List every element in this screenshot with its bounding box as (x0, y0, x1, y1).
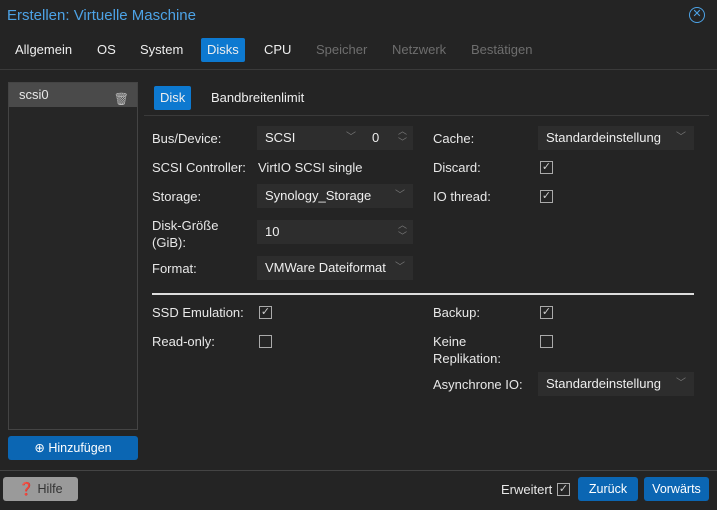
disk-list-item[interactable]: scsi0 🗑 (9, 83, 137, 107)
norepl-checkbox[interactable]: ✓ (540, 335, 553, 348)
tab-bestaetigen: Bestätigen (471, 42, 533, 57)
plus-circle-icon: ⊕ (34, 441, 45, 455)
controller-value: VirtIO SCSI single (258, 160, 363, 175)
back-button[interactable]: Zurück (578, 477, 638, 501)
device-value: 0 (372, 130, 380, 145)
help-button[interactable]: ❓ Hilfe (3, 477, 78, 501)
divider (0, 69, 717, 70)
tab-allgemein[interactable]: Allgemein (9, 38, 78, 62)
question-circle-icon: ❓ (18, 482, 35, 496)
subtab-disk[interactable]: Disk (154, 86, 192, 110)
advanced-label: Erweitert (501, 482, 553, 497)
size-label: Disk-Größe (152, 218, 219, 233)
format-select[interactable]: VMWare Dateiformat ﹀ (257, 256, 413, 280)
format-value: VMWare Dateiformat (265, 260, 386, 275)
subtab-bandbreitenlimit[interactable]: Bandbreitenlimit (205, 86, 310, 110)
help-label: Hilfe (37, 482, 63, 496)
footer-divider (0, 470, 717, 471)
readonly-checkbox[interactable]: ✓ (259, 335, 272, 348)
close-icon[interactable]: ✕ (689, 7, 705, 23)
device-stepper[interactable]: 0 ︿ ﹀ (364, 126, 413, 150)
norepl-label: Keine (433, 334, 467, 349)
size-value: 10 (265, 224, 280, 239)
tab-netzwerk: Netzwerk (392, 42, 447, 57)
tab-speicher: Speicher (316, 42, 368, 57)
chevron-down-icon: ﹀ (346, 132, 356, 143)
backup-checkbox[interactable]: ✓ (540, 306, 553, 319)
bus-value: SCSI (265, 130, 296, 145)
ssd-label: SSD Emulation: (152, 305, 244, 320)
bus-select[interactable]: SCSI ﹀ (257, 126, 364, 150)
cache-value: Standardeinstellung (546, 130, 661, 145)
async-select[interactable]: Standardeinstellung ﹀ (538, 372, 694, 396)
iothread-checkbox[interactable]: ✓ (540, 190, 553, 203)
format-label: Format: (152, 261, 197, 276)
next-button[interactable]: Vorwärts (644, 477, 709, 501)
storage-label: Storage: (152, 189, 202, 204)
tab-os[interactable]: OS (91, 38, 122, 62)
chevron-down-icon: ﹀ (395, 262, 405, 273)
disk-item-label: scsi0 (19, 87, 49, 102)
add-label: Hinzufügen (48, 441, 112, 455)
discard-checkbox[interactable]: ✓ (540, 161, 553, 174)
chevron-down-icon: ﹀ (395, 190, 405, 201)
chevron-down-icon: ﹀ (676, 132, 686, 143)
divider (144, 115, 709, 116)
async-value: Standardeinstellung (546, 376, 661, 391)
spinner-icon[interactable]: ︿ ﹀ (398, 126, 407, 148)
cache-label: Cache: (433, 131, 475, 146)
spinner-icon[interactable]: ︿ ﹀ (398, 220, 407, 242)
discard-label: Discard: (433, 160, 481, 175)
storage-select[interactable]: Synology_Storage ﹀ (257, 184, 413, 208)
storage-value: Synology_Storage (265, 188, 372, 203)
iothread-label: IO thread: (433, 189, 491, 204)
readonly-label: Read-only: (152, 334, 215, 349)
window-title: Erstellen: Virtuelle Maschine (7, 7, 196, 24)
trash-icon[interactable]: 🗑 (114, 87, 129, 111)
ssd-checkbox[interactable]: ✓ (259, 306, 272, 319)
section-divider (152, 293, 694, 295)
size-label-unit: (GiB): (152, 235, 186, 250)
disk-list: scsi0 🗑 (8, 82, 138, 430)
controller-label: SCSI Controller: (152, 160, 246, 175)
async-label: Asynchrone IO: (433, 377, 523, 392)
size-input[interactable]: 10 ︿ ﹀ (257, 220, 413, 244)
advanced-checkbox[interactable]: ✓ (557, 483, 570, 496)
norepl-label-2: Replikation: (433, 351, 501, 366)
bus-label: Bus/Device: (152, 131, 222, 146)
chevron-down-icon: ﹀ (676, 378, 686, 389)
cache-select[interactable]: Standardeinstellung ﹀ (538, 126, 694, 150)
add-disk-button[interactable]: ⊕ Hinzufügen (8, 436, 138, 460)
backup-label: Backup: (433, 305, 480, 320)
tab-cpu[interactable]: CPU (258, 38, 297, 62)
tab-disks[interactable]: Disks (201, 38, 245, 62)
tab-system[interactable]: System (134, 38, 189, 62)
